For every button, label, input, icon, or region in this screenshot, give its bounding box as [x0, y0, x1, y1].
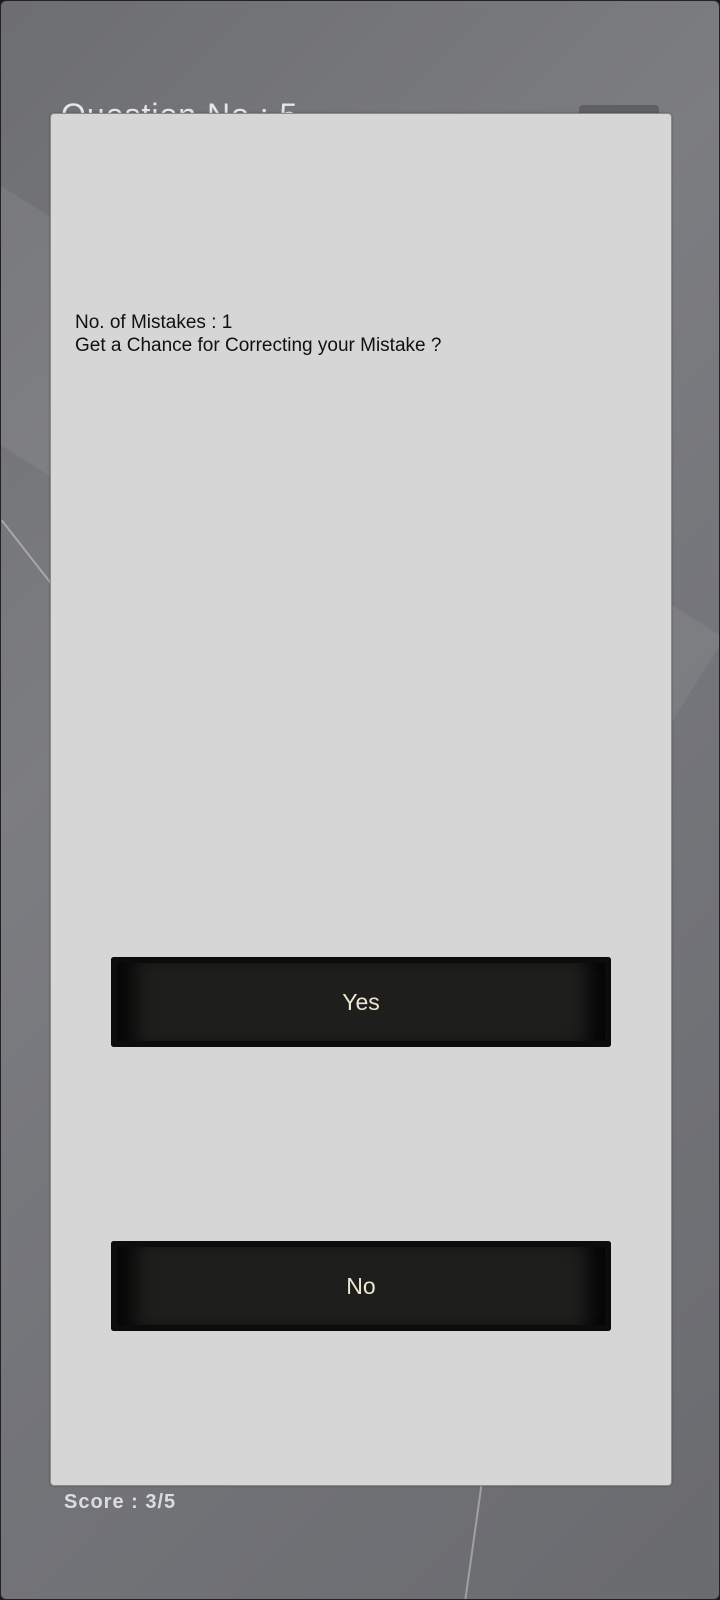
mistake-dialog: No. of Mistakes : 1 Get a Chance for Cor…	[50, 113, 672, 1486]
yes-button[interactable]: Yes	[111, 957, 611, 1047]
mistakes-count-text: No. of Mistakes : 1	[75, 312, 233, 333]
game-screen: Question No : 5 No. of Mistakes : 1 Get …	[0, 0, 720, 1600]
yes-button-label: Yes	[342, 988, 380, 1015]
no-button[interactable]: No	[111, 1241, 611, 1331]
background-streak	[461, 1481, 483, 1599]
score-text: Score : 3/5	[64, 1491, 177, 1513]
retry-prompt-text: Get a Chance for Correcting your Mistake…	[75, 335, 442, 356]
no-button-label: No	[346, 1272, 376, 1299]
